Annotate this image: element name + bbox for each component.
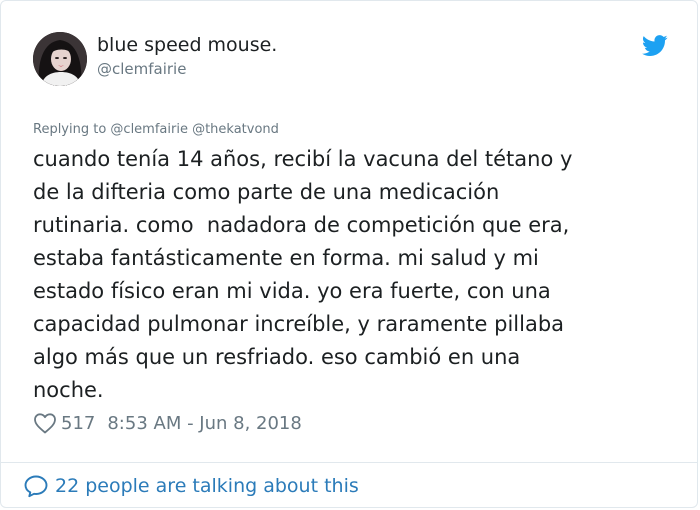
- tweet-card: blue speed mouse. @clemfairie Replying t…: [0, 0, 698, 508]
- speech-bubble-icon: [24, 475, 48, 498]
- twitter-bird-icon[interactable]: [642, 35, 668, 57]
- conversation-link-text[interactable]: 22 people are talking about this: [55, 475, 359, 497]
- tweet-text-line: capacidad pulmonar increíble, y rarament…: [33, 312, 565, 336]
- tweet-text-line: estado físico eran mi vida. yo era fuert…: [33, 279, 551, 303]
- tweet-text-line: algo más que un resfriado. eso cambió en…: [33, 345, 521, 369]
- tweet-text-line: estaba fantásticamente en forma. mi salu…: [33, 246, 539, 270]
- conversation-link[interactable]: 22 people are talking about this: [23, 473, 359, 499]
- tweet-text-line: noche.: [33, 378, 104, 402]
- tweet-text-line: cuando tenía 14 años, recibí la vacuna d…: [33, 147, 573, 171]
- like-count[interactable]: 517: [61, 413, 95, 434]
- tweet-timestamp[interactable]: 8:53 AM - Jun 8, 2018: [107, 413, 301, 434]
- avatar[interactable]: [33, 32, 87, 86]
- reply-context: Replying to @clemfairie @thekatvond: [33, 122, 279, 137]
- tweet-text-line: rutinaria. como nadadora de competición …: [33, 213, 570, 237]
- display-name[interactable]: blue speed mouse.: [97, 34, 277, 56]
- footer-divider: [1, 462, 697, 463]
- avatar-photo: [33, 32, 87, 86]
- tweet-meta: 517 8:53 AM - Jun 8, 2018: [33, 410, 302, 436]
- heart-icon[interactable]: [33, 412, 57, 434]
- tweet-text: cuando tenía 14 años, recibí la vacuna d…: [33, 143, 673, 407]
- user-handle[interactable]: @clemfairie: [97, 60, 186, 78]
- tweet-text-line: de la difteria como parte de una medicac…: [33, 180, 500, 204]
